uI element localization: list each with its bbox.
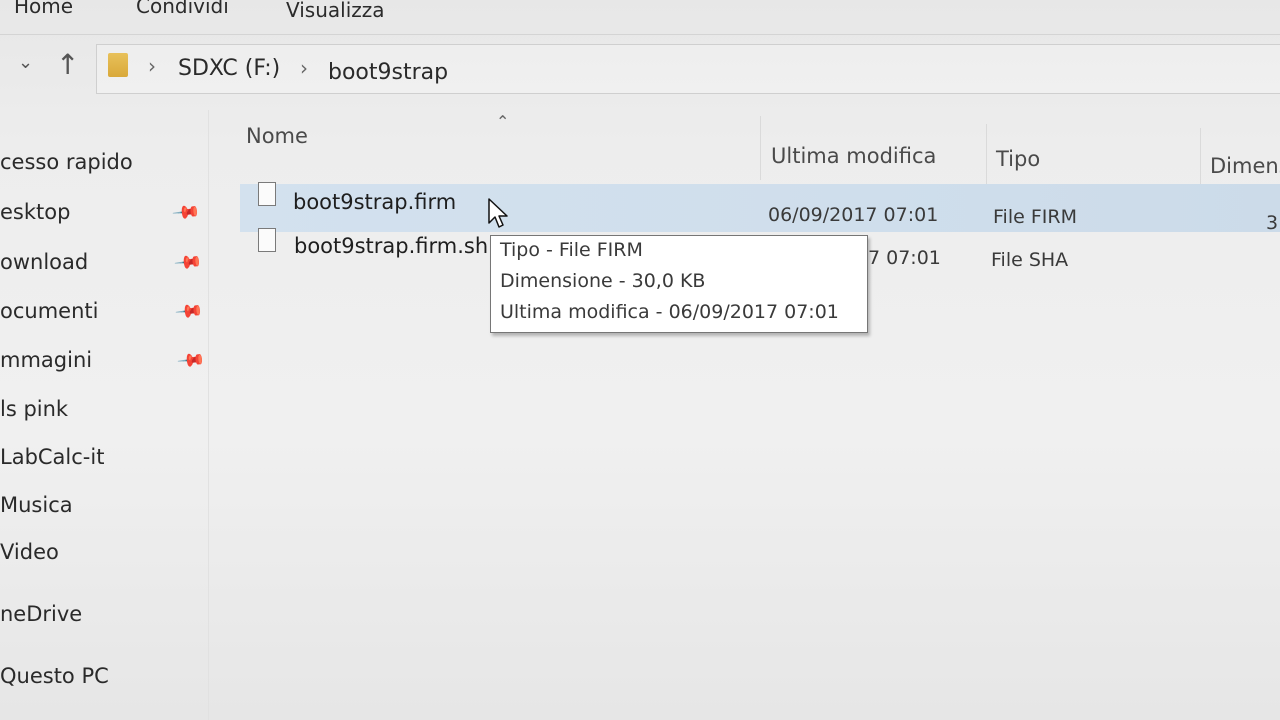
column-header-modified[interactable]: Ultima modifica (771, 144, 936, 168)
tooltip-size: Dimensione - 30,0 KB (500, 270, 706, 292)
tooltip-modified: Ultima modifica - 06/09/2017 07:01 (500, 301, 839, 323)
sidebar-item-questo-pc[interactable]: Questo PC (0, 664, 109, 688)
file-size: 3 (1266, 212, 1279, 234)
ribbon-divider (0, 34, 1280, 35)
breadcrumb-separator-icon[interactable]: › (300, 56, 308, 80)
pin-icon[interactable]: 📌 (174, 296, 205, 326)
sidebar-item-download[interactable]: ownload (0, 250, 88, 274)
file-modified: 06/09/2017 07:01 (768, 204, 939, 226)
file-type: File SHA (991, 249, 1069, 271)
sidebar-item-musica[interactable]: Musica (0, 493, 73, 517)
breadcrumb-current-folder[interactable]: boot9strap (328, 60, 448, 85)
column-header-type[interactable]: Tipo (996, 147, 1040, 171)
tab-home[interactable]: Home (14, 0, 73, 18)
pin-icon[interactable]: 📌 (173, 247, 204, 277)
sidebar-item-accesso-rapido[interactable]: cesso rapido (0, 150, 133, 174)
sidebar-item-video[interactable]: Video (0, 540, 59, 564)
file-icon (258, 228, 276, 252)
tooltip-type: Tipo - File FIRM (500, 239, 643, 261)
sidebar-item-labcalc[interactable]: LabCalc-it (0, 445, 104, 469)
tab-visualizza[interactable]: Visualizza (286, 0, 385, 22)
sidebar-item-immagini[interactable]: mmagini (0, 348, 92, 372)
column-separator[interactable] (760, 116, 761, 180)
pin-icon[interactable]: 📌 (176, 345, 207, 375)
file-name[interactable]: boot9strap.firm.sh (294, 234, 488, 258)
mouse-pointer-icon (488, 198, 508, 228)
file-name[interactable]: boot9strap.firm (293, 190, 456, 214)
sidebar-item-onedrive[interactable]: neDrive (0, 602, 82, 626)
column-separator[interactable] (986, 124, 987, 188)
breadcrumb-separator-icon[interactable]: › (148, 54, 156, 78)
column-separator[interactable] (1200, 128, 1201, 192)
file-icon (258, 182, 276, 206)
sidebar-item-documenti[interactable]: ocumenti (0, 299, 98, 323)
file-type: File FIRM (993, 206, 1077, 228)
folder-icon (108, 53, 128, 77)
sidebar-divider (208, 110, 209, 720)
file-modified: 7 07:01 (868, 247, 941, 269)
sidebar-item-desktop[interactable]: esktop (0, 200, 70, 224)
breadcrumb-drive[interactable]: SDXC (F:) (178, 56, 280, 81)
tab-condividi[interactable]: Condividi (136, 0, 229, 18)
recent-locations-chevron-icon[interactable]: ⌄ (18, 52, 33, 73)
sidebar-item-ls-pink[interactable]: ls pink (0, 397, 68, 421)
column-header-size[interactable]: Dimens (1210, 154, 1280, 178)
column-header-name[interactable]: Nome (246, 124, 308, 148)
up-arrow-icon[interactable]: ↑ (56, 48, 79, 81)
sort-ascending-icon: ⌃ (496, 112, 510, 131)
pin-icon[interactable]: 📌 (171, 197, 202, 227)
file-info-tooltip: Tipo - File FIRM Dimensione - 30,0 KB Ul… (490, 235, 868, 333)
